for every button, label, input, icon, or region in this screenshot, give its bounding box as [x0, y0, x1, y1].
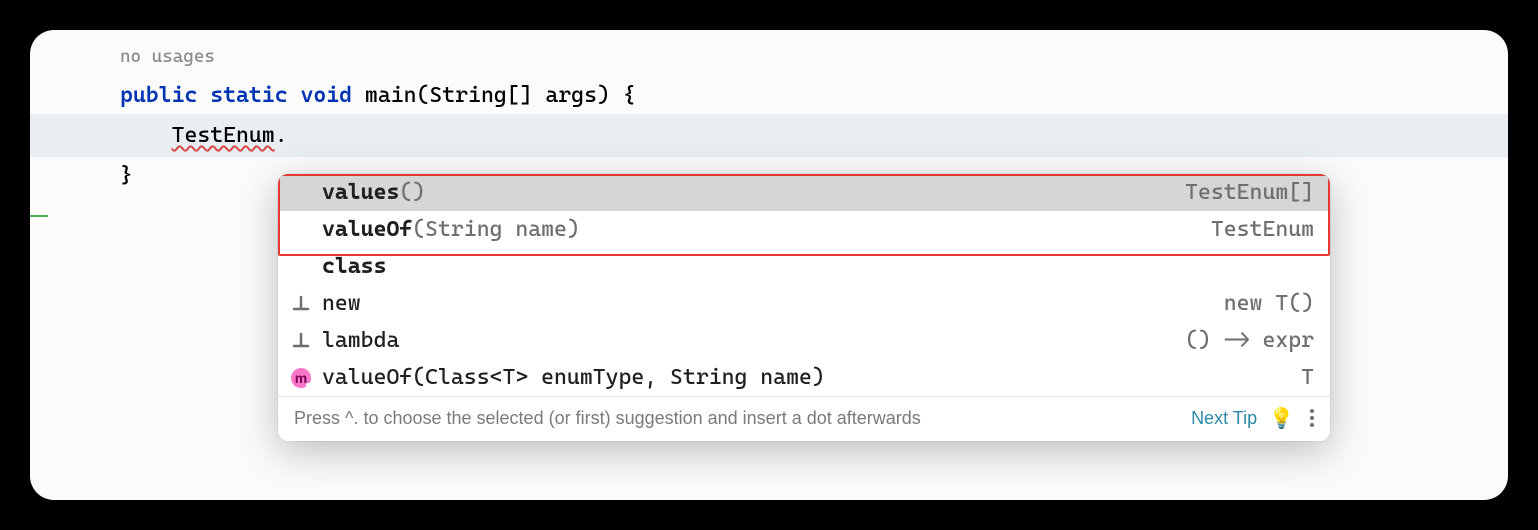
completion-popup: values() TestEnum[] valueOf(String name)…: [278, 174, 1330, 441]
method-icon: m: [290, 367, 312, 389]
completion-return-type: () -> expr: [1185, 328, 1314, 353]
completion-item-values[interactable]: values() TestEnum[]: [278, 174, 1330, 211]
footer-tip-text: Press ^. to choose the selected (or firs…: [294, 408, 1179, 429]
code-line-2[interactable]: TestEnum.: [30, 114, 1508, 157]
enum-reference: TestEnum: [172, 123, 275, 148]
method-name: main: [365, 83, 417, 108]
closing-brace: }: [120, 163, 133, 188]
live-template-icon: [290, 330, 312, 352]
usage-hint: no usages: [30, 42, 1508, 73]
completion-label: new: [322, 291, 1214, 316]
completion-item-new[interactable]: new new T(): [278, 285, 1330, 322]
bulb-icon[interactable]: 💡: [1269, 406, 1294, 431]
keyword-void: void: [300, 83, 352, 108]
completion-return-type: new T(): [1224, 291, 1314, 316]
code-line-1[interactable]: public static void main(String[] args) {: [30, 77, 1508, 114]
completion-label: class: [322, 254, 1304, 279]
keyword-static: static: [210, 83, 287, 108]
keyword-public: public: [120, 83, 197, 108]
completion-label: valueOf(Class<T> enumType, String name): [322, 365, 1291, 390]
completion-return-type: TestEnum[]: [1185, 180, 1314, 205]
arg-name: args: [545, 83, 597, 108]
completion-return-type: TestEnum: [1211, 217, 1314, 242]
completion-item-class[interactable]: class: [278, 248, 1330, 285]
editor-window: no usages public static void main(String…: [30, 30, 1508, 500]
completion-label: valueOf(String name): [322, 217, 1201, 242]
more-options-icon[interactable]: [1306, 405, 1318, 431]
blank-icon: [290, 182, 312, 204]
gutter-change-marker: [30, 215, 48, 217]
completion-item-valueof-class[interactable]: m valueOf(Class<T> enumType, String name…: [278, 359, 1330, 396]
popup-footer: Press ^. to choose the selected (or firs…: [278, 396, 1330, 441]
blank-icon: [290, 256, 312, 278]
code-area[interactable]: no usages public static void main(String…: [30, 30, 1508, 195]
completion-label: lambda: [322, 328, 1175, 353]
blank-icon: [290, 219, 312, 241]
next-tip-link[interactable]: Next Tip: [1191, 408, 1257, 429]
completion-return-type: T: [1301, 365, 1314, 390]
completion-label: values(): [322, 180, 1175, 205]
live-template-icon: [290, 293, 312, 315]
completion-item-valueof[interactable]: valueOf(String name) TestEnum: [278, 211, 1330, 248]
completion-item-lambda[interactable]: lambda () -> expr: [278, 322, 1330, 359]
arg-type: String: [429, 83, 506, 108]
